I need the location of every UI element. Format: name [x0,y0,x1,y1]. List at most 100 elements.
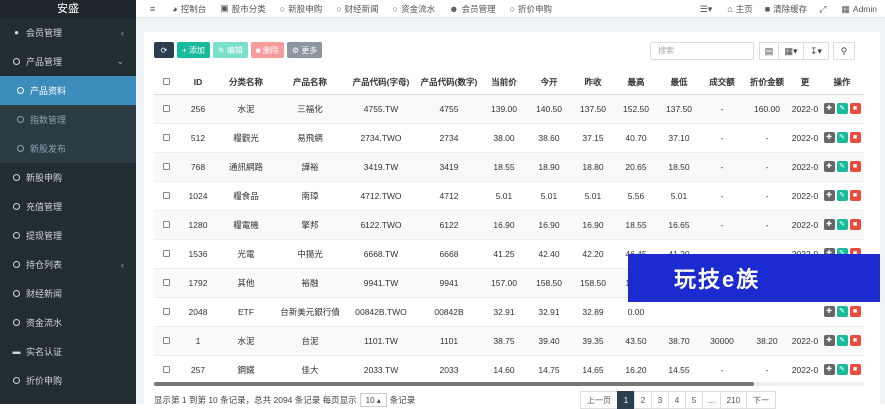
next-page-button[interactable]: 下一 [746,391,777,409]
page-button[interactable]: 1 [617,391,635,409]
trash-icon[interactable]: ■ [849,306,861,317]
delete-button[interactable]: ■ 删除 [250,42,284,58]
select-all-checkbox[interactable] [154,70,178,95]
pencil-icon[interactable]: ✎ [836,364,848,375]
row-checkbox[interactable] [154,239,178,269]
trash-icon[interactable]: ■ [849,132,861,143]
pencil-icon[interactable]: ✎ [836,306,848,317]
horizontal-scrollbar[interactable] [154,382,864,386]
scrollbar-thumb[interactable] [154,382,754,386]
row-checkbox[interactable] [154,94,178,124]
drag-icon[interactable]: ✚ [823,306,835,317]
columns-toggle-button[interactable]: ▦▾ [778,42,804,60]
tab-ipo[interactable]: ○ 新股申购 [280,3,322,15]
sidebar-item-product-info[interactable]: 产品资料 [0,76,136,105]
column-header[interactable]: 当前价 [482,70,526,95]
drag-icon[interactable]: ✚ [823,103,835,114]
column-header[interactable]: 产品代码(字母) [346,70,416,95]
sidebar-item-product[interactable]: 产品管理 ⌄ [0,47,136,76]
prev-page-button[interactable]: 上一页 [580,391,618,409]
tab-cashflow[interactable]: ○ 资金流水 [393,3,435,15]
drag-icon[interactable]: ✚ [823,364,835,375]
column-header[interactable]: 更 [790,70,820,95]
tab-member[interactable]: ☻ 会员管理 [449,3,496,15]
pencil-icon[interactable]: ✎ [836,190,848,201]
search-input[interactable]: 搜索 [650,42,754,60]
list-dropdown-button[interactable]: ☰▾ [700,4,716,15]
sidebar-item-verification[interactable]: ▬ 实名认证 [0,337,136,366]
row-checkbox[interactable] [154,210,178,240]
trash-icon[interactable]: ■ [849,161,861,172]
export-button[interactable]: ↧▾ [803,42,829,60]
tab-news[interactable]: ○ 财经新闻 [336,3,378,15]
clear-cache-button[interactable]: ■ 清除缓存 [765,3,807,15]
trash-icon[interactable]: ■ [849,190,861,201]
sidebar-item-index[interactable]: 指数管理 [0,105,136,134]
home-link[interactable]: ⌂ 主页 [727,3,752,15]
add-button[interactable]: + 添加 [177,42,210,58]
tab-dashboard[interactable]: ◕ 控制台 [172,3,206,15]
row-checkbox[interactable] [154,181,178,211]
pencil-icon[interactable]: ✎ [836,132,848,143]
advanced-search-button[interactable]: ⚲ [833,42,855,60]
column-header[interactable]: 今开 [526,70,572,95]
trash-icon[interactable]: ■ [849,219,861,230]
edit-button[interactable]: ✎ 编辑 [212,42,248,58]
sidebar-item-ipo-subscribe[interactable]: 新股申购 [0,163,136,192]
more-button[interactable]: ⚙ 更多 [286,42,323,58]
page-button[interactable]: 5 [685,391,703,409]
table-row[interactable]: 1280 糧電機 擎邦 6122.TWO 6122 16.90 16.90 16.90 18.5… [154,210,864,240]
row-checkbox[interactable] [154,268,178,298]
sidebar-item-positions[interactable]: 持仓列表 ‹ [0,250,136,279]
page-button[interactable]: 2 [634,391,652,409]
sidebar-item-recharge[interactable]: 充值管理 [0,192,136,221]
column-header[interactable]: ID [178,70,218,95]
drag-icon[interactable]: ✚ [823,132,835,143]
menu-toggle-button[interactable]: ≡ [150,4,158,14]
table-row[interactable]: 256 水泥 三福化 4755.TW 4755 139.00 140.50 137.50 152… [154,94,864,124]
trash-icon[interactable]: ■ [849,335,861,346]
trash-icon[interactable]: ■ [849,103,861,114]
column-header[interactable]: 最高 [614,70,658,95]
row-checkbox[interactable] [154,152,178,182]
table-row[interactable]: 1 水泥 台泥 1101.TW 1101 38.75 39.40 39.35 43.50 38.7… [154,326,864,356]
pencil-icon[interactable]: ✎ [836,219,848,230]
sidebar-item-news[interactable]: 财经新闻 [0,279,136,308]
drag-icon[interactable]: ✚ [823,219,835,230]
column-header[interactable]: 折价金额 [744,70,790,95]
row-checkbox[interactable] [154,297,178,327]
row-checkbox[interactable] [154,326,178,356]
page-button[interactable]: 210 [719,391,748,409]
sidebar-item-cashflow[interactable]: 资金流水 [0,308,136,337]
drag-icon[interactable]: ✚ [823,335,835,346]
pencil-icon[interactable]: ✎ [836,335,848,346]
pencil-icon[interactable]: ✎ [836,103,848,114]
sidebar-item-discount[interactable]: 折价申购 [0,366,136,395]
column-header[interactable]: 成交额 [700,70,744,95]
drag-icon[interactable]: ✚ [823,161,835,172]
card-view-button[interactable]: ▤ [759,42,779,60]
table-row[interactable]: 512 糧觀光 易飛網 2734.TWO 2734 38.00 38.60 37.15 40.7… [154,123,864,153]
column-header[interactable]: 最低 [658,70,700,95]
column-header[interactable]: 产品代码(数字) [416,70,482,95]
table-row[interactable]: 257 鋼鐵 佳大 2033.TW 2033 14.60 14.75 14.65 16.20 14… [154,355,864,385]
refresh-button[interactable]: ⟳ [154,42,174,58]
sidebar-item-withdraw[interactable]: 提现管理 [0,221,136,250]
pencil-icon[interactable]: ✎ [836,161,848,172]
page-button[interactable]: 3 [651,391,669,409]
drag-icon[interactable]: ✚ [823,190,835,201]
page-size-select[interactable]: 10 ▴ [359,393,387,407]
table-row[interactable]: 1024 糧食品 南璋 4712.TWO 4712 5.01 5.01 5.01 5.56 5.0… [154,181,864,211]
column-header[interactable]: 昨收 [572,70,614,95]
sidebar-item-member[interactable]: ● 会员管理 ‹ [0,18,136,47]
tab-discount[interactable]: ○ 折价申购 [510,3,552,15]
table-row[interactable]: 768 通訊網路 譁裕 3419.TW 3419 18.55 18.90 18.80 20.65… [154,152,864,182]
column-header[interactable]: 分类名称 [218,70,274,95]
user-menu[interactable]: ▦ Admin [841,4,877,15]
row-checkbox[interactable] [154,123,178,153]
trash-icon[interactable]: ■ [849,364,861,375]
column-header[interactable]: 产品名称 [274,70,346,95]
tab-stock-category[interactable]: ▣ 股市分类 [220,3,266,15]
fullscreen-button[interactable]: ⤢ [819,4,829,15]
sidebar-item-ipo-publish[interactable]: 新股发布 [0,134,136,163]
